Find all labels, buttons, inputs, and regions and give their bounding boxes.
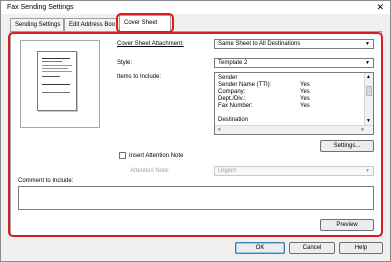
- title-bar: Fax Sending Settings ✕: [1, 1, 390, 14]
- close-icon[interactable]: ✕: [376, 2, 384, 12]
- window-title: Fax Sending Settings: [7, 4, 74, 11]
- highlight-outline-tab: [116, 13, 174, 33]
- highlight-outline-panel: [8, 32, 383, 237]
- ok-button[interactable]: OK: [235, 242, 285, 254]
- cancel-button[interactable]: Cancel: [289, 242, 335, 254]
- help-button[interactable]: Help: [339, 242, 383, 254]
- tab-edit-address-book[interactable]: Edit Address Boo: [64, 18, 118, 31]
- tab-sending-settings[interactable]: Sending Settings: [10, 18, 64, 31]
